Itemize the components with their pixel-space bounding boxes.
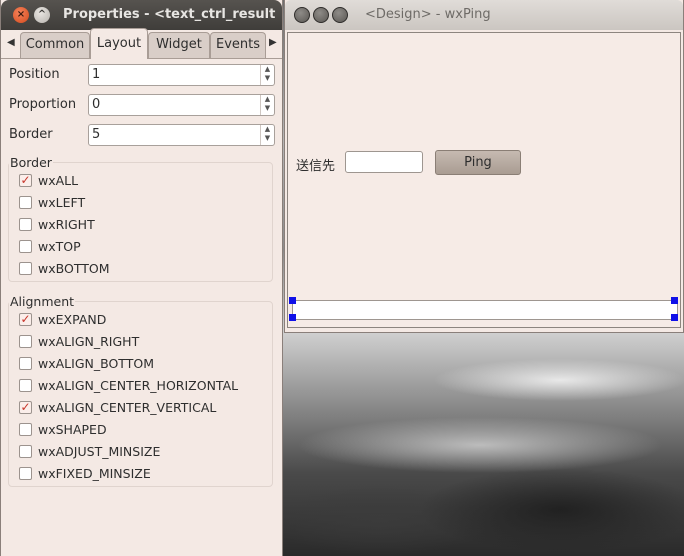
checkbox-label: wxLEFT: [38, 195, 86, 210]
position-label: Position: [9, 67, 60, 82]
properties-window: × ^ Properties - <text_ctrl_result ◀ Com…: [0, 0, 283, 556]
border-spinner[interactable]: 5 ▲ ▼: [88, 124, 275, 146]
position-spinner[interactable]: 1 ▲ ▼: [88, 64, 275, 86]
spin-up-icon[interactable]: ▲: [261, 95, 274, 104]
tab-scroll-right-icon[interactable]: ▶: [269, 37, 277, 48]
selection-handle[interactable]: [289, 314, 296, 321]
checkbox-label: wxSHAPED: [38, 422, 107, 437]
spin-up-icon[interactable]: ▲: [261, 125, 274, 134]
design-title: <Design> - wxPing: [365, 7, 491, 22]
design-canvas[interactable]: 送信先 Ping: [287, 32, 681, 328]
alignment-group-title: Alignment: [9, 294, 76, 309]
selection-handle[interactable]: [289, 297, 296, 304]
checkbox-unchecked[interactable]: [19, 262, 32, 275]
close-icon[interactable]: ×: [13, 7, 29, 23]
tab-scroll-left-icon[interactable]: ◀: [7, 37, 15, 48]
design-window: <Design> - wxPing 送信先 Ping: [284, 0, 684, 333]
spin-down-icon[interactable]: ▼: [261, 134, 274, 143]
maximize-icon[interactable]: [332, 7, 348, 23]
checkbox-label: wxFIXED_MINSIZE: [38, 466, 151, 481]
tab-events[interactable]: Events: [210, 32, 266, 58]
checkbox-unchecked[interactable]: [19, 240, 32, 253]
border-group-title: Border: [9, 155, 53, 170]
checkbox-label: wxADJUST_MINSIZE: [38, 444, 161, 459]
checkbox-checked[interactable]: ✓: [19, 313, 32, 326]
minimize-icon[interactable]: ^: [34, 7, 50, 23]
position-spin-buttons[interactable]: ▲ ▼: [260, 65, 274, 85]
checkbox-label: wxBOTTOM: [38, 261, 110, 276]
border-label: Border: [9, 127, 53, 142]
ping-button[interactable]: Ping: [435, 150, 521, 175]
checkbox-unchecked[interactable]: [19, 445, 32, 458]
spin-down-icon[interactable]: ▼: [261, 74, 274, 83]
checkbox-label: wxALIGN_CENTER_HORIZONTAL: [38, 378, 239, 393]
border-spin-buttons[interactable]: ▲ ▼: [260, 125, 274, 145]
checkbox-label: wxTOP: [38, 239, 81, 254]
checkbox-unchecked[interactable]: [19, 196, 32, 209]
checkbox-label: wxALL: [38, 173, 79, 188]
proportion-spinner[interactable]: 0 ▲ ▼: [88, 94, 275, 116]
spin-down-icon[interactable]: ▼: [261, 104, 274, 113]
proportion-spin-buttons[interactable]: ▲ ▼: [260, 95, 274, 115]
tab-bar: ◀ Common Layout Widget Events ▶: [1, 28, 282, 59]
position-value: 1: [92, 67, 101, 82]
checkbox-label: wxALIGN_CENTER_VERTICAL: [38, 400, 217, 415]
checkbox-label: wxALIGN_RIGHT: [38, 334, 140, 349]
checkbox-unchecked[interactable]: [19, 335, 32, 348]
tab-common[interactable]: Common: [20, 32, 90, 58]
properties-titlebar[interactable]: × ^ Properties - <text_ctrl_result: [1, 0, 282, 30]
proportion-value: 0: [92, 97, 101, 112]
close-icon[interactable]: [294, 7, 310, 23]
checkbox-unchecked[interactable]: [19, 218, 32, 231]
tab-widget[interactable]: Widget: [148, 32, 210, 58]
text-ctrl-result[interactable]: [292, 300, 678, 320]
checkbox-label: wxRIGHT: [38, 217, 95, 232]
minimize-icon[interactable]: [313, 7, 329, 23]
tab-layout[interactable]: Layout: [90, 28, 148, 59]
destination-input[interactable]: [345, 151, 423, 173]
checkbox-label: wxALIGN_BOTTOM: [38, 356, 154, 371]
spin-up-icon[interactable]: ▲: [261, 65, 274, 74]
destination-label: 送信先: [296, 159, 336, 174]
checkbox-unchecked[interactable]: [19, 357, 32, 370]
checkbox-unchecked[interactable]: [19, 379, 32, 392]
checkbox-checked[interactable]: ✓: [19, 174, 32, 187]
checkbox-checked[interactable]: ✓: [19, 401, 32, 414]
properties-title: Properties - <text_ctrl_result: [63, 7, 276, 22]
selection-handle[interactable]: [671, 314, 678, 321]
checkbox-unchecked[interactable]: [19, 467, 32, 480]
alignment-group: [8, 301, 273, 487]
design-titlebar[interactable]: <Design> - wxPing: [285, 0, 683, 30]
checkbox-label: wxEXPAND: [38, 312, 107, 327]
proportion-label: Proportion: [9, 97, 77, 112]
border-value: 5: [92, 127, 101, 142]
selection-handle[interactable]: [671, 297, 678, 304]
checkbox-unchecked[interactable]: [19, 423, 32, 436]
